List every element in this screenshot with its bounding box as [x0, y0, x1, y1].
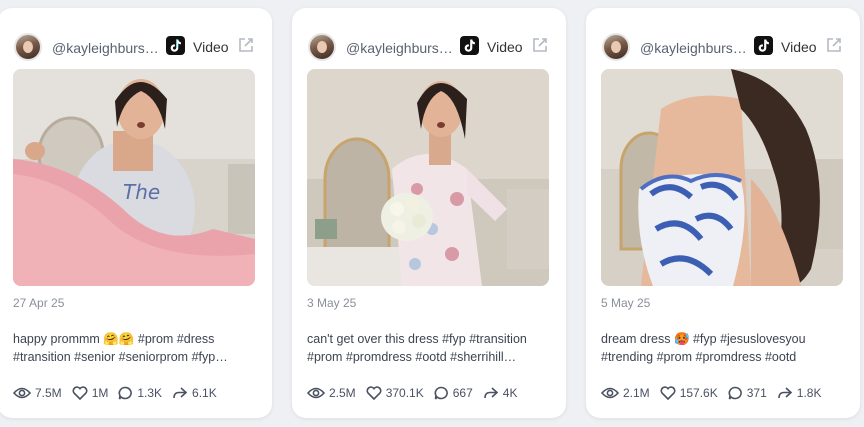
svg-text:The: The	[123, 180, 160, 204]
external-link-icon[interactable]	[825, 36, 843, 59]
card-header: @kayleighburs… Video	[292, 30, 566, 62]
share-arrow-icon	[483, 387, 498, 399]
post-date: 3 May 25	[307, 296, 357, 310]
card-header: @kayleighburs… Video	[0, 30, 272, 62]
card-header: @kayleighburs… Video	[586, 30, 860, 62]
likes-stat: 1M	[72, 386, 109, 400]
author-handle[interactable]: @kayleighburs…	[640, 40, 748, 56]
share-arrow-icon	[777, 387, 792, 399]
heart-icon	[366, 386, 382, 400]
eye-icon	[601, 387, 619, 399]
comments-stat: 371	[728, 386, 767, 400]
eye-icon	[13, 387, 31, 399]
avatar[interactable]	[602, 33, 630, 61]
video-thumbnail[interactable]	[307, 69, 549, 286]
heart-icon	[72, 386, 88, 400]
avatar[interactable]	[308, 33, 336, 61]
comments-count: 371	[746, 386, 767, 400]
caption-line: #trending #prom #promdress #ootd	[601, 350, 797, 364]
external-link-icon[interactable]	[237, 36, 255, 59]
comment-bubble-icon	[434, 386, 448, 400]
likes-count: 1M	[91, 386, 109, 400]
views-stat: 7.5M	[13, 386, 62, 400]
likes-count: 157.6K	[679, 386, 718, 400]
external-link-icon[interactable]	[531, 36, 549, 59]
post-caption: can't get over this dress #fyp #transiti…	[307, 330, 547, 366]
post-caption: happy prommm 🤗🤗 #prom #dress #transition…	[13, 330, 253, 366]
post-date: 5 May 25	[601, 296, 651, 310]
engagement-stats: 2.5M 370.1K 667 4K	[307, 384, 527, 402]
views-count: 7.5M	[35, 386, 62, 400]
shares-stat: 4K	[483, 386, 518, 400]
caption-line: #prom #promdress #ootd #sherrihill…	[307, 350, 517, 364]
shares-stat: 1.8K	[777, 386, 822, 400]
tiktok-logo-icon	[754, 36, 773, 55]
author-handle[interactable]: @kayleighburs…	[346, 40, 454, 56]
caption-line: can't get over this dress #fyp #transiti…	[307, 332, 527, 346]
likes-stat: 370.1K	[366, 386, 424, 400]
video-thumbnail[interactable]	[601, 69, 843, 286]
views-count: 2.5M	[329, 386, 356, 400]
comment-bubble-icon	[118, 386, 133, 400]
platform-label: Video	[781, 39, 817, 55]
tiktok-logo-icon	[166, 36, 185, 55]
heart-icon	[660, 386, 676, 400]
comments-stat: 667	[434, 386, 473, 400]
engagement-stats: 2.1M 157.6K 371 1.8K	[601, 384, 831, 402]
eye-icon	[307, 387, 325, 399]
video-thumbnail[interactable]: The	[13, 69, 255, 286]
shares-count: 6.1K	[192, 386, 217, 400]
shares-count: 4K	[502, 386, 518, 400]
comments-stat: 1.3K	[118, 386, 162, 400]
views-count: 2.1M	[623, 386, 650, 400]
comment-bubble-icon	[728, 386, 742, 400]
likes-count: 370.1K	[385, 386, 424, 400]
tiktok-logo-icon	[460, 36, 479, 55]
share-arrow-icon	[173, 387, 188, 399]
post-card[interactable]: @kayleighburs… Video 3 May 25 can't get …	[292, 8, 566, 418]
post-card[interactable]: @kayleighburs… Video The 27 Apr 25 happy…	[0, 8, 272, 418]
post-card[interactable]: @kayleighburs… Video 5 May 25 dream dres…	[586, 8, 860, 418]
engagement-stats: 7.5M 1M 1.3K 6.1K	[13, 384, 227, 402]
author-handle[interactable]: @kayleighburs…	[52, 40, 160, 56]
caption-line: #transition #senior #seniorprom #fyp…	[13, 350, 228, 364]
comments-count: 1.3K	[137, 386, 163, 400]
post-caption: dream dress 🥵 #fyp #jesuslovesyou #trend…	[601, 330, 841, 366]
post-date: 27 Apr 25	[13, 296, 65, 310]
shares-stat: 6.1K	[172, 386, 217, 400]
platform-label: Video	[193, 39, 229, 55]
shares-count: 1.8K	[796, 386, 822, 400]
likes-stat: 157.6K	[660, 386, 718, 400]
caption-line: dream dress 🥵 #fyp #jesuslovesyou	[601, 332, 806, 346]
comments-count: 667	[452, 386, 473, 400]
views-stat: 2.5M	[307, 386, 356, 400]
views-stat: 2.1M	[601, 386, 650, 400]
caption-line: happy prommm 🤗🤗 #prom #dress	[13, 332, 215, 346]
platform-label: Video	[487, 39, 523, 55]
avatar[interactable]	[14, 33, 42, 61]
